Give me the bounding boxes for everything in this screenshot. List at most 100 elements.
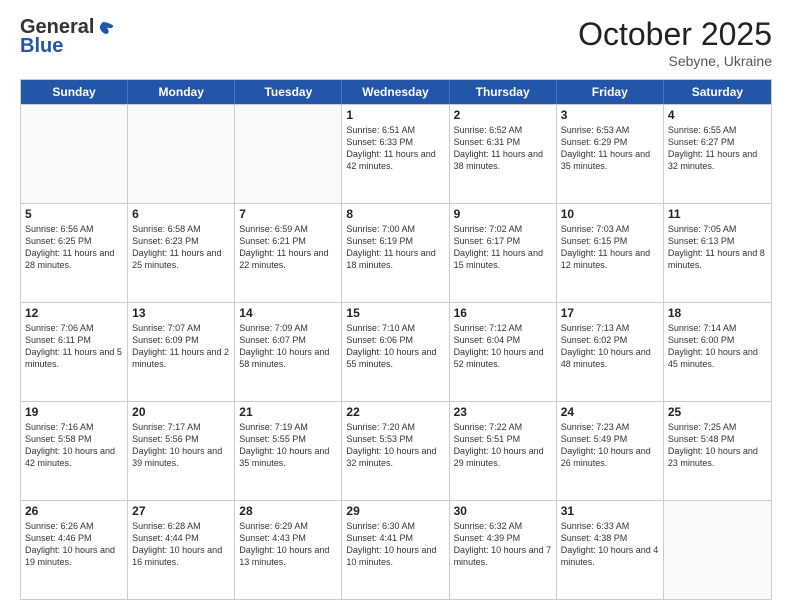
day-info: Sunrise: 7:23 AM Sunset: 5:49 PM Dayligh… bbox=[561, 421, 659, 470]
day-cell-14: 14Sunrise: 7:09 AM Sunset: 6:07 PM Dayli… bbox=[235, 303, 342, 401]
day-number: 17 bbox=[561, 306, 659, 320]
empty-cell-4-6 bbox=[664, 501, 771, 599]
day-info: Sunrise: 6:58 AM Sunset: 6:23 PM Dayligh… bbox=[132, 223, 230, 272]
day-cell-24: 24 Sunrise: 7:23 AM Sunset: 5:49 PM Dayli… bbox=[557, 402, 664, 500]
month-title: October 2025 bbox=[578, 16, 772, 53]
day-header-thursday: Thursday bbox=[450, 80, 557, 104]
day-cell-13: 13 Sunrise: 7:07 AM Sunset: 6:09 PM Dayli… bbox=[128, 303, 235, 401]
day-info: Sunrise: 7:02 AM Sunset: 6:17 PM Dayligh… bbox=[454, 223, 552, 272]
day-number: 29 bbox=[346, 504, 444, 518]
calendar-row-3: 12 Sunrise: 7:06 AM Sunset: 6:11 PM Dayli… bbox=[21, 302, 771, 401]
calendar-header: SundayMondayTuesdayWednesdayThursdayFrid… bbox=[21, 80, 771, 104]
day-header-sunday: Sunday bbox=[21, 80, 128, 104]
day-number: 7 bbox=[239, 207, 337, 221]
calendar-row-5: 26 Sunrise: 6:26 AM Sunset: 4:46 PM Dayli… bbox=[21, 500, 771, 599]
day-cell-25: 25Sunrise: 7:25 AM Sunset: 5:48 PM Dayli… bbox=[664, 402, 771, 500]
day-cell-26: 26 Sunrise: 6:26 AM Sunset: 4:46 PM Dayli… bbox=[21, 501, 128, 599]
day-number: 19 bbox=[25, 405, 123, 419]
day-number: 12 bbox=[25, 306, 123, 320]
day-info: Sunrise: 7:10 AM Sunset: 6:06 PM Dayligh… bbox=[346, 322, 444, 371]
day-cell-8: 8Sunrise: 7:00 AM Sunset: 6:19 PM Daylig… bbox=[342, 204, 449, 302]
day-info: Sunrise: 6:53 AM Sunset: 6:29 PM Dayligh… bbox=[561, 124, 659, 173]
day-number: 27 bbox=[132, 504, 230, 518]
day-cell-11: 11 Sunrise: 7:05 AM Sunset: 6:13 PM Dayli… bbox=[664, 204, 771, 302]
day-cell-15: 15 Sunrise: 7:10 AM Sunset: 6:06 PM Dayli… bbox=[342, 303, 449, 401]
calendar-row-1: 1Sunrise: 6:51 AM Sunset: 6:33 PM Daylig… bbox=[21, 104, 771, 203]
day-cell-6: 6 Sunrise: 6:58 AM Sunset: 6:23 PM Daylig… bbox=[128, 204, 235, 302]
day-number: 24 bbox=[561, 405, 659, 419]
day-info: Sunrise: 6:52 AM Sunset: 6:31 PM Dayligh… bbox=[454, 124, 552, 173]
logo-bird-icon bbox=[96, 19, 114, 37]
day-number: 3 bbox=[561, 108, 659, 122]
empty-cell-0-0 bbox=[21, 105, 128, 203]
day-cell-1: 1Sunrise: 6:51 AM Sunset: 6:33 PM Daylig… bbox=[342, 105, 449, 203]
day-cell-23: 23 Sunrise: 7:22 AM Sunset: 5:51 PM Dayli… bbox=[450, 402, 557, 500]
day-number: 26 bbox=[25, 504, 123, 518]
day-cell-31: 31 Sunrise: 6:33 AM Sunset: 4:38 PM Dayli… bbox=[557, 501, 664, 599]
day-info: Sunrise: 7:17 AM Sunset: 5:56 PM Dayligh… bbox=[132, 421, 230, 470]
day-info: Sunrise: 7:07 AM Sunset: 6:09 PM Dayligh… bbox=[132, 322, 230, 371]
day-info: Sunrise: 7:12 AM Sunset: 6:04 PM Dayligh… bbox=[454, 322, 552, 371]
title-section: October 2025 Sebyne, Ukraine bbox=[578, 16, 772, 69]
day-info: Sunrise: 6:33 AM Sunset: 4:38 PM Dayligh… bbox=[561, 520, 659, 569]
day-cell-12: 12 Sunrise: 7:06 AM Sunset: 6:11 PM Dayli… bbox=[21, 303, 128, 401]
day-number: 22 bbox=[346, 405, 444, 419]
day-cell-22: 22Sunrise: 7:20 AM Sunset: 5:53 PM Dayli… bbox=[342, 402, 449, 500]
logo: General Blue bbox=[20, 16, 114, 58]
day-header-wednesday: Wednesday bbox=[342, 80, 449, 104]
day-cell-18: 18 Sunrise: 7:14 AM Sunset: 6:00 PM Dayli… bbox=[664, 303, 771, 401]
day-info: Sunrise: 7:06 AM Sunset: 6:11 PM Dayligh… bbox=[25, 322, 123, 371]
day-cell-9: 9 Sunrise: 7:02 AM Sunset: 6:17 PM Daylig… bbox=[450, 204, 557, 302]
day-number: 13 bbox=[132, 306, 230, 320]
day-number: 30 bbox=[454, 504, 552, 518]
day-number: 9 bbox=[454, 207, 552, 221]
day-info: Sunrise: 7:03 AM Sunset: 6:15 PM Dayligh… bbox=[561, 223, 659, 272]
day-cell-16: 16 Sunrise: 7:12 AM Sunset: 6:04 PM Dayli… bbox=[450, 303, 557, 401]
day-number: 11 bbox=[668, 207, 767, 221]
day-number: 2 bbox=[454, 108, 552, 122]
day-number: 31 bbox=[561, 504, 659, 518]
day-number: 20 bbox=[132, 405, 230, 419]
day-header-tuesday: Tuesday bbox=[235, 80, 342, 104]
day-info: Sunrise: 7:13 AM Sunset: 6:02 PM Dayligh… bbox=[561, 322, 659, 371]
day-info: Sunrise: 6:56 AM Sunset: 6:25 PM Dayligh… bbox=[25, 223, 123, 272]
day-info: Sunrise: 7:05 AM Sunset: 6:13 PM Dayligh… bbox=[668, 223, 767, 272]
day-info: Sunrise: 6:26 AM Sunset: 4:46 PM Dayligh… bbox=[25, 520, 123, 569]
day-number: 8 bbox=[346, 207, 444, 221]
day-number: 4 bbox=[668, 108, 767, 122]
day-info: Sunrise: 6:30 AM Sunset: 4:41 PM Dayligh… bbox=[346, 520, 444, 569]
day-number: 23 bbox=[454, 405, 552, 419]
day-number: 21 bbox=[239, 405, 337, 419]
empty-cell-0-1 bbox=[128, 105, 235, 203]
day-info: Sunrise: 6:32 AM Sunset: 4:39 PM Dayligh… bbox=[454, 520, 552, 569]
day-number: 16 bbox=[454, 306, 552, 320]
day-info: Sunrise: 7:09 AM Sunset: 6:07 PM Dayligh… bbox=[239, 322, 337, 371]
page: General Blue October 2025 Sebyne, Ukrain… bbox=[0, 0, 792, 612]
day-number: 28 bbox=[239, 504, 337, 518]
day-cell-19: 19Sunrise: 7:16 AM Sunset: 5:58 PM Dayli… bbox=[21, 402, 128, 500]
day-header-saturday: Saturday bbox=[664, 80, 771, 104]
day-header-monday: Monday bbox=[128, 80, 235, 104]
day-cell-3: 3 Sunrise: 6:53 AM Sunset: 6:29 PM Daylig… bbox=[557, 105, 664, 203]
day-number: 18 bbox=[668, 306, 767, 320]
day-info: Sunrise: 6:29 AM Sunset: 4:43 PM Dayligh… bbox=[239, 520, 337, 569]
logo-blue-text: Blue bbox=[20, 35, 63, 58]
day-cell-7: 7 Sunrise: 6:59 AM Sunset: 6:21 PM Daylig… bbox=[235, 204, 342, 302]
day-number: 6 bbox=[132, 207, 230, 221]
day-info: Sunrise: 6:28 AM Sunset: 4:44 PM Dayligh… bbox=[132, 520, 230, 569]
day-number: 15 bbox=[346, 306, 444, 320]
calendar-body: 1Sunrise: 6:51 AM Sunset: 6:33 PM Daylig… bbox=[21, 104, 771, 599]
day-info: Sunrise: 7:22 AM Sunset: 5:51 PM Dayligh… bbox=[454, 421, 552, 470]
day-cell-27: 27 Sunrise: 6:28 AM Sunset: 4:44 PM Dayli… bbox=[128, 501, 235, 599]
day-cell-30: 30 Sunrise: 6:32 AM Sunset: 4:39 PM Dayli… bbox=[450, 501, 557, 599]
day-cell-5: 5Sunrise: 6:56 AM Sunset: 6:25 PM Daylig… bbox=[21, 204, 128, 302]
day-cell-29: 29 Sunrise: 6:30 AM Sunset: 4:41 PM Dayli… bbox=[342, 501, 449, 599]
day-info: Sunrise: 7:14 AM Sunset: 6:00 PM Dayligh… bbox=[668, 322, 767, 371]
day-cell-4: 4Sunrise: 6:55 AM Sunset: 6:27 PM Daylig… bbox=[664, 105, 771, 203]
location: Sebyne, Ukraine bbox=[578, 53, 772, 69]
day-info: Sunrise: 6:59 AM Sunset: 6:21 PM Dayligh… bbox=[239, 223, 337, 272]
day-cell-2: 2 Sunrise: 6:52 AM Sunset: 6:31 PM Daylig… bbox=[450, 105, 557, 203]
day-cell-28: 28 Sunrise: 6:29 AM Sunset: 4:43 PM Dayli… bbox=[235, 501, 342, 599]
empty-cell-0-2 bbox=[235, 105, 342, 203]
calendar: SundayMondayTuesdayWednesdayThursdayFrid… bbox=[20, 79, 772, 600]
